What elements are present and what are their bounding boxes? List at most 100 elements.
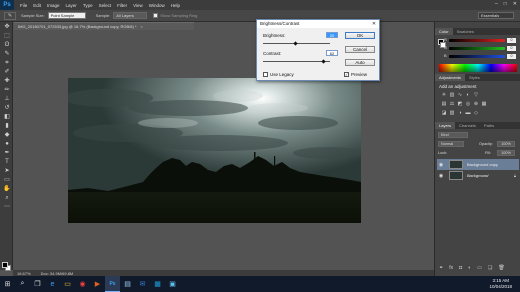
fill-value[interactable]: 100%	[497, 150, 515, 156]
tab-swatches[interactable]: Swatches	[453, 28, 478, 35]
menu-type[interactable]: Type	[83, 3, 93, 8]
blur-tool-icon[interactable]: ◆	[3, 132, 11, 139]
red-channel-value[interactable]: 0	[507, 38, 516, 43]
task-view-icon[interactable]: ❐	[30, 276, 45, 292]
store-icon[interactable]: ▤	[120, 276, 135, 292]
levels-adjust-icon[interactable]: ▥	[449, 92, 455, 98]
pen-tool-icon[interactable]: ✒	[3, 150, 11, 157]
move-tool-icon[interactable]: ✥	[3, 24, 11, 31]
marquee-tool-icon[interactable]: ⬚	[3, 33, 11, 40]
trash-icon[interactable]: 🗑︎	[498, 265, 504, 271]
menu-file[interactable]: File	[20, 3, 27, 8]
layer-row[interactable]: ◉ Background copy	[437, 159, 519, 170]
red-channel-slider[interactable]	[449, 39, 505, 42]
photos-icon[interactable]: ▣	[165, 276, 180, 292]
contrast-field[interactable]: 62	[326, 50, 338, 56]
chrome-icon[interactable]: ◉	[75, 276, 90, 292]
blend-mode-select[interactable]: Normal	[438, 141, 464, 147]
close-icon[interactable]: ✕	[513, 1, 517, 7]
eraser-tool-icon[interactable]: ◧	[3, 114, 11, 121]
lookup-adjust-icon[interactable]: ▦	[481, 101, 487, 107]
tab-adjustments[interactable]: Adjustments	[435, 74, 466, 81]
selective-color-icon[interactable]: ◇	[473, 110, 479, 116]
visibility-eye-icon[interactable]: ◉	[437, 173, 445, 179]
document-tab[interactable]: IMG_20180701_072533.jpg @ 16.7% (Backgro…	[14, 22, 194, 30]
tab-paths[interactable]: Paths	[480, 122, 498, 129]
contrast-slider-thumb[interactable]	[321, 59, 326, 64]
crop-tool-icon[interactable]: ⌗	[3, 60, 11, 67]
brightness-slider-thumb[interactable]	[293, 41, 298, 46]
cancel-button[interactable]: Cancel	[345, 46, 375, 53]
adjustment-layer-icon[interactable]: ◐	[468, 265, 471, 271]
document-image[interactable]	[68, 78, 361, 223]
start-icon[interactable]: ⊞	[0, 276, 15, 292]
balance-adjust-icon[interactable]: ⚖	[449, 101, 455, 107]
search-icon[interactable]: ⌕	[15, 276, 30, 292]
sample-select[interactable]: All Layers	[113, 12, 148, 19]
close-icon[interactable]: ×	[141, 24, 143, 29]
tab-styles[interactable]: Styles	[465, 74, 484, 81]
media-icon[interactable]: ▶	[90, 276, 105, 292]
maximize-icon[interactable]: □	[504, 1, 507, 7]
brightness-adjust-icon[interactable]: ☀	[441, 92, 447, 98]
app-icon[interactable]: ▦	[150, 276, 165, 292]
blue-channel-value[interactable]: 0	[507, 54, 516, 59]
fx-icon[interactable]: fx	[449, 265, 453, 271]
minimize-icon[interactable]: –	[495, 1, 498, 7]
menu-window[interactable]: Window	[149, 3, 165, 8]
stamp-tool-icon[interactable]: ⊥	[3, 96, 11, 103]
menu-edit[interactable]: Edit	[33, 3, 41, 8]
menu-help[interactable]: Help	[171, 3, 180, 8]
brush-tool-icon[interactable]: ✏	[3, 87, 11, 94]
green-channel-slider[interactable]	[449, 47, 505, 50]
posterize-adjust-icon[interactable]: ▨	[449, 110, 455, 116]
curves-adjust-icon[interactable]: ∿	[457, 92, 463, 98]
green-channel-value[interactable]: 0	[507, 46, 516, 51]
menu-filter[interactable]: Filter	[117, 3, 127, 8]
sample-size-select[interactable]: Point Sample	[47, 12, 86, 19]
invert-adjust-icon[interactable]: ◪	[441, 110, 447, 116]
tab-channels[interactable]: Channels	[455, 122, 480, 129]
auto-button[interactable]: Auto	[345, 59, 375, 66]
tab-layers[interactable]: Layers	[435, 122, 456, 129]
show-ring-checkbox[interactable]	[153, 13, 159, 18]
mask-icon[interactable]: ◘	[459, 265, 462, 271]
layer-kind-filter[interactable]: Kind	[438, 132, 468, 138]
vibrance-adjust-icon[interactable]: ▽	[473, 92, 479, 98]
brightness-field[interactable]: 20	[326, 32, 338, 38]
menu-layer[interactable]: Layer	[66, 3, 77, 8]
more-tools-icon[interactable]: ⋯	[3, 204, 11, 211]
hand-tool-icon[interactable]: ✋	[3, 186, 11, 193]
clock[interactable]: 3:15 AM 10/04/2018	[489, 278, 512, 290]
exposure-adjust-icon[interactable]: ◐	[465, 92, 471, 98]
close-icon[interactable]: ✕	[370, 20, 378, 28]
tab-color[interactable]: Color	[435, 28, 453, 35]
layer-name[interactable]: Background	[467, 173, 488, 178]
group-icon[interactable]: ▭	[477, 265, 482, 271]
photo-filter-icon[interactable]: ◎	[465, 101, 471, 107]
threshold-adjust-icon[interactable]: ◑	[457, 110, 463, 116]
color-spectrum[interactable]	[439, 64, 517, 72]
mixer-adjust-icon[interactable]: ⊕	[473, 101, 479, 107]
menu-view[interactable]: View	[133, 3, 143, 8]
use-legacy-checkbox[interactable]	[263, 72, 268, 77]
layer-name[interactable]: Background copy	[467, 162, 498, 167]
history-brush-icon[interactable]: ↺	[3, 105, 11, 112]
opacity-value[interactable]: 100%	[497, 141, 515, 147]
type-tool-icon[interactable]: T	[3, 159, 11, 166]
lasso-tool-icon[interactable]: ʘ	[3, 42, 11, 49]
blue-channel-slider[interactable]	[449, 55, 505, 58]
gradient-map-icon[interactable]: ▬	[465, 110, 471, 116]
workspace-select[interactable]: Essentials	[478, 12, 514, 19]
eyedropper-tool-icon[interactable]: ✎	[4, 11, 16, 20]
dodge-tool-icon[interactable]: ●	[3, 141, 11, 148]
healing-tool-icon[interactable]: ✚	[3, 78, 11, 85]
menu-select[interactable]: Select	[99, 3, 112, 8]
shape-tool-icon[interactable]: ▭	[3, 177, 11, 184]
visibility-eye-icon[interactable]: ◉	[437, 162, 445, 168]
layer-row[interactable]: ◉ Background 🔒︎	[437, 170, 519, 181]
eyedropper-tool-icon-box[interactable]: ✐	[3, 69, 11, 76]
photoshop-icon[interactable]: Ps	[105, 276, 120, 292]
quick-select-tool-icon[interactable]: ✎	[3, 51, 11, 58]
ok-button[interactable]: OK	[345, 32, 375, 39]
